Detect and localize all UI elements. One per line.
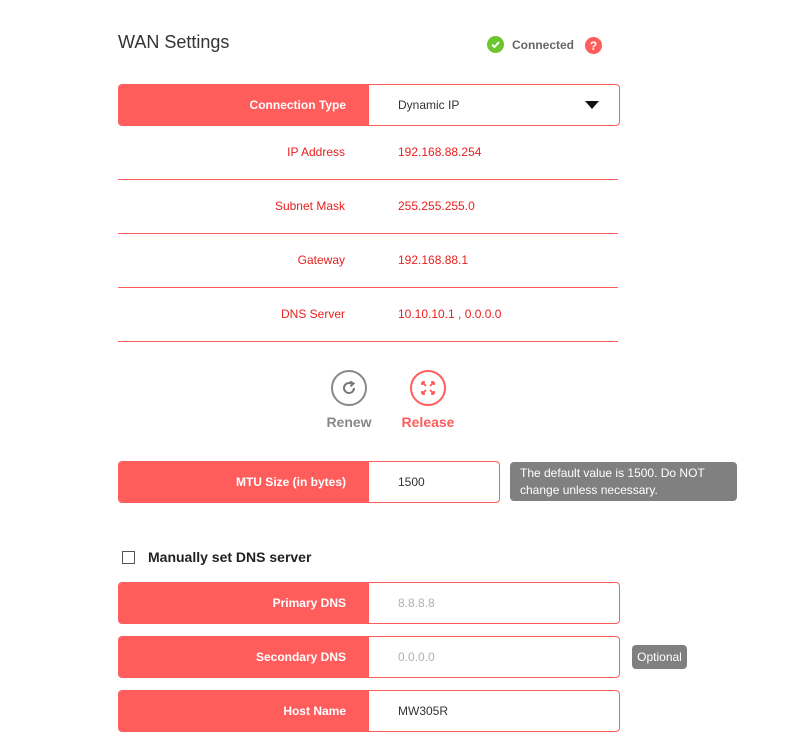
host-name-input[interactable]: MW305R xyxy=(369,691,619,731)
check-circle-icon xyxy=(487,36,504,53)
mtu-size-input[interactable]: 1500 xyxy=(369,462,499,502)
host-name-label: Host Name xyxy=(119,691,369,731)
info-row-gateway: Gateway 192.168.88.1 xyxy=(118,233,618,288)
info-value: 192.168.88.1 xyxy=(398,253,469,267)
mtu-tooltip: The default value is 1500. Do NOT change… xyxy=(510,462,737,501)
primary-dns-input[interactable]: 8.8.8.8 xyxy=(369,583,619,623)
info-value: 10.10.10.1 , 0.0.0.0 xyxy=(398,307,502,321)
renew-button[interactable]: Renew xyxy=(324,370,374,430)
optional-badge: Optional xyxy=(632,645,687,669)
refresh-icon[interactable] xyxy=(331,370,367,406)
info-label: DNS Server xyxy=(280,307,345,321)
connection-type-text: Dynamic IP xyxy=(398,98,460,112)
secondary-dns-input[interactable]: 0.0.0.0 xyxy=(369,637,619,677)
info-row-dns-server: DNS Server 10.10.10.1 , 0.0.0.0 xyxy=(118,287,618,342)
secondary-dns-field: Secondary DNS 0.0.0.0 xyxy=(118,636,620,678)
info-value: 255.255.255.0 xyxy=(398,199,475,213)
info-row-subnet-mask: Subnet Mask 255.255.255.0 xyxy=(118,179,618,234)
page-title: WAN Settings xyxy=(118,32,230,52)
info-label: IP Address xyxy=(287,145,345,159)
release-button[interactable]: Release xyxy=(398,370,458,430)
info-label: Gateway xyxy=(297,253,345,267)
secondary-dns-label: Secondary DNS xyxy=(119,637,369,677)
connection-status: Connected xyxy=(487,36,574,53)
primary-dns-field: Primary DNS 8.8.8.8 xyxy=(118,582,620,624)
renew-label: Renew xyxy=(326,414,372,430)
manual-dns-checkbox[interactable] xyxy=(122,551,135,564)
release-label: Release xyxy=(401,414,455,430)
caret-down-icon[interactable] xyxy=(585,101,599,109)
info-value: 192.168.88.254 xyxy=(398,145,482,159)
connection-type-label: Connection Type xyxy=(119,85,369,125)
primary-dns-label: Primary DNS xyxy=(119,583,369,623)
release-icon[interactable] xyxy=(410,370,446,406)
info-row-ip-address: IP Address 192.168.88.254 xyxy=(118,125,618,180)
status-text: Connected xyxy=(512,37,575,52)
host-name-field: Host Name MW305R xyxy=(118,690,620,732)
info-label: Subnet Mask xyxy=(274,199,345,213)
connection-type-select[interactable]: Connection Type Dynamic IP xyxy=(118,84,620,126)
connection-type-value[interactable]: Dynamic IP xyxy=(369,85,619,125)
mtu-size-label: MTU Size (in bytes) xyxy=(119,462,369,502)
mtu-size-field: MTU Size (in bytes) 1500 xyxy=(118,461,500,503)
manual-dns-label[interactable]: Manually set DNS server xyxy=(148,549,311,565)
help-icon[interactable]: ? xyxy=(585,37,602,54)
